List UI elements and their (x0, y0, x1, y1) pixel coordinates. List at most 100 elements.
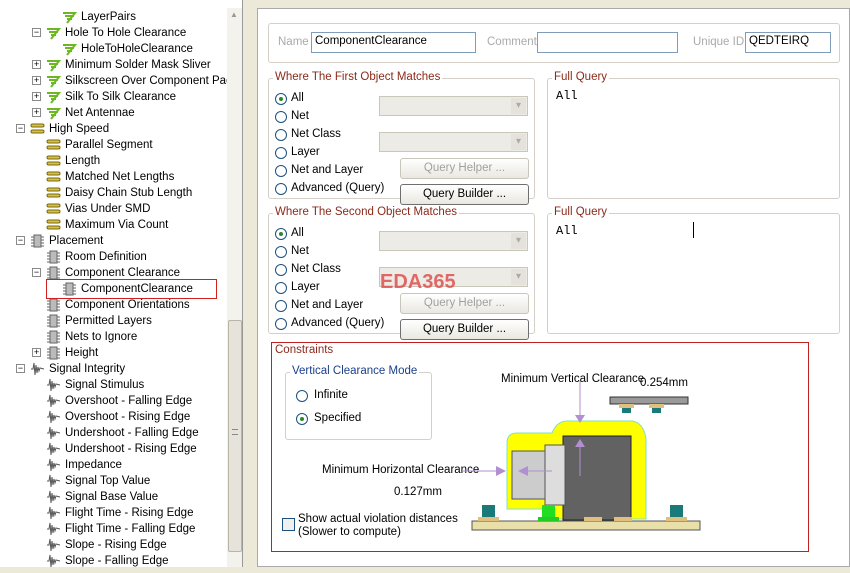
tree-item[interactable]: + Net Antennae (0, 105, 227, 121)
net-combo[interactable] (379, 231, 528, 251)
tree-item[interactable]: Vias Under SMD (0, 201, 227, 217)
tree-item[interactable]: Impedance (0, 457, 227, 473)
query-helper-button[interactable]: Query Helper ... (400, 293, 529, 314)
placement-chip-icon (46, 266, 61, 280)
design-rule-icon (62, 42, 78, 56)
tree-item[interactable]: Signal Stimulus (0, 377, 227, 393)
tree-item[interactable]: HoleToHoleClearance (0, 41, 227, 57)
match-radio[interactable] (275, 246, 287, 258)
match-radio[interactable] (275, 129, 287, 141)
tree-item[interactable]: − Placement (0, 233, 227, 249)
design-rule-icon (46, 90, 62, 104)
expand-icon[interactable]: + (32, 348, 41, 357)
comment-input[interactable] (537, 32, 678, 53)
query-helper-button[interactable]: Query Helper ... (400, 158, 529, 179)
match-radio[interactable] (275, 228, 287, 240)
specified-radio[interactable] (296, 413, 308, 425)
tree-item[interactable]: − High Speed (0, 121, 227, 137)
design-rule-icon (46, 106, 62, 120)
tree-item-label: Daisy Chain Stub Length (65, 187, 193, 199)
match-radio[interactable] (275, 264, 287, 276)
tree-item-label: Parallel Segment (65, 139, 153, 151)
expand-icon[interactable]: + (32, 60, 41, 69)
scrollbar-thumb[interactable] (228, 320, 242, 552)
tree-item[interactable]: + Height (0, 345, 227, 361)
watermark: EDA365 (380, 271, 456, 293)
tree-item[interactable]: Signal Base Value (0, 489, 227, 505)
tree-item-label: Net Antennae (65, 107, 135, 119)
tree-item[interactable]: Signal Top Value (0, 473, 227, 489)
horizontal-clearance-value: 0.127mm (394, 486, 442, 498)
tree-item[interactable]: + Silk To Silk Clearance (0, 89, 227, 105)
match-radio[interactable] (275, 165, 287, 177)
placement-chip-icon (46, 330, 61, 344)
match-radio[interactable] (275, 111, 287, 123)
collapse-icon[interactable]: − (16, 364, 25, 373)
infinite-radio[interactable] (296, 390, 308, 402)
tree-item-label: Placement (49, 235, 104, 247)
tree-item[interactable]: Length (0, 153, 227, 169)
tree-item-label: Undershoot - Falling Edge (65, 427, 199, 439)
show-violations-checkbox[interactable] (282, 518, 295, 531)
tree-item[interactable]: Daisy Chain Stub Length (0, 185, 227, 201)
tree-item[interactable]: Matched Net Lengths (0, 169, 227, 185)
text-cursor (693, 222, 694, 238)
collapse-icon[interactable]: − (16, 236, 25, 245)
tree-item[interactable]: Undershoot - Rising Edge (0, 441, 227, 457)
design-rule-icon (62, 10, 78, 24)
first-object-group: Where The First Object Matches All Net Net… (268, 71, 535, 205)
selected-rule-highlight (46, 279, 217, 299)
tree-item[interactable]: − Hole To Hole Clearance (0, 25, 227, 41)
full-query-text[interactable]: All (556, 89, 578, 103)
tree-item-label: Matched Net Lengths (65, 171, 175, 183)
tree-item-label: Signal Integrity (49, 363, 126, 375)
tree-item[interactable]: Nets to Ignore (0, 329, 227, 345)
tree-item[interactable]: Flight Time - Rising Edge (0, 505, 227, 521)
tree-item[interactable]: Slope - Rising Edge (0, 537, 227, 553)
match-radio[interactable] (275, 183, 287, 195)
scroll-up-arrow-icon[interactable]: ▲ (230, 10, 238, 19)
infinite-label: Infinite (314, 389, 348, 401)
tree-item[interactable]: Overshoot - Falling Edge (0, 393, 227, 409)
match-radio[interactable] (275, 318, 287, 330)
tree-item[interactable]: Component Orientations (0, 297, 227, 313)
tree-item[interactable]: Undershoot - Falling Edge (0, 425, 227, 441)
tree-item[interactable]: LayerPairs (0, 9, 227, 25)
expand-icon[interactable]: + (32, 92, 41, 101)
query-builder-button[interactable]: Query Builder ... (400, 184, 529, 205)
tree-item-label: HoleToHoleClearance (81, 43, 193, 55)
collapse-icon[interactable]: − (32, 268, 41, 277)
expand-icon[interactable]: + (32, 108, 41, 117)
tree-item[interactable]: Flight Time - Falling Edge (0, 521, 227, 537)
match-radio[interactable] (275, 300, 287, 312)
tree-item[interactable]: Room Definition (0, 249, 227, 265)
high-speed-icon (46, 154, 61, 168)
net-class-combo[interactable] (379, 132, 528, 152)
unique-id-input[interactable]: QEDTEIRQ (745, 32, 831, 53)
full-query-text[interactable]: All (556, 224, 578, 238)
show-violations-sublabel: (Slower to compute) (298, 526, 401, 538)
query-builder-button[interactable]: Query Builder ... (400, 319, 529, 340)
name-input[interactable]: ComponentClearance (311, 32, 476, 53)
rule-editor-panel: Name ComponentClearance Comment Unique I… (257, 8, 850, 567)
tree-item[interactable]: + Silkscreen Over Component Pads (0, 73, 238, 89)
tree-item[interactable]: Parallel Segment (0, 137, 227, 153)
collapse-icon[interactable]: − (16, 124, 25, 133)
collapse-icon[interactable]: − (32, 28, 41, 37)
tree-item[interactable]: Permitted Layers (0, 313, 227, 329)
tree-item[interactable]: Overshoot - Rising Edge (0, 409, 227, 425)
tree-item[interactable]: Maximum Via Count (0, 217, 227, 233)
match-radio[interactable] (275, 93, 287, 105)
tree-item[interactable]: + Minimum Solder Mask Sliver (0, 57, 227, 73)
unique-id-label: Unique ID (693, 36, 745, 48)
match-option-label: Advanced (Query) (291, 317, 385, 329)
expand-icon[interactable]: + (32, 76, 41, 85)
net-combo[interactable] (379, 96, 528, 116)
match-radio[interactable] (275, 147, 287, 159)
placement-chip-icon (30, 234, 45, 248)
tree-item-label: Undershoot - Rising Edge (65, 443, 197, 455)
match-radio[interactable] (275, 282, 287, 294)
full-query-title: Full Query (552, 206, 610, 218)
high-speed-icon (46, 138, 61, 152)
tree-item[interactable]: − Signal Integrity (0, 361, 227, 377)
